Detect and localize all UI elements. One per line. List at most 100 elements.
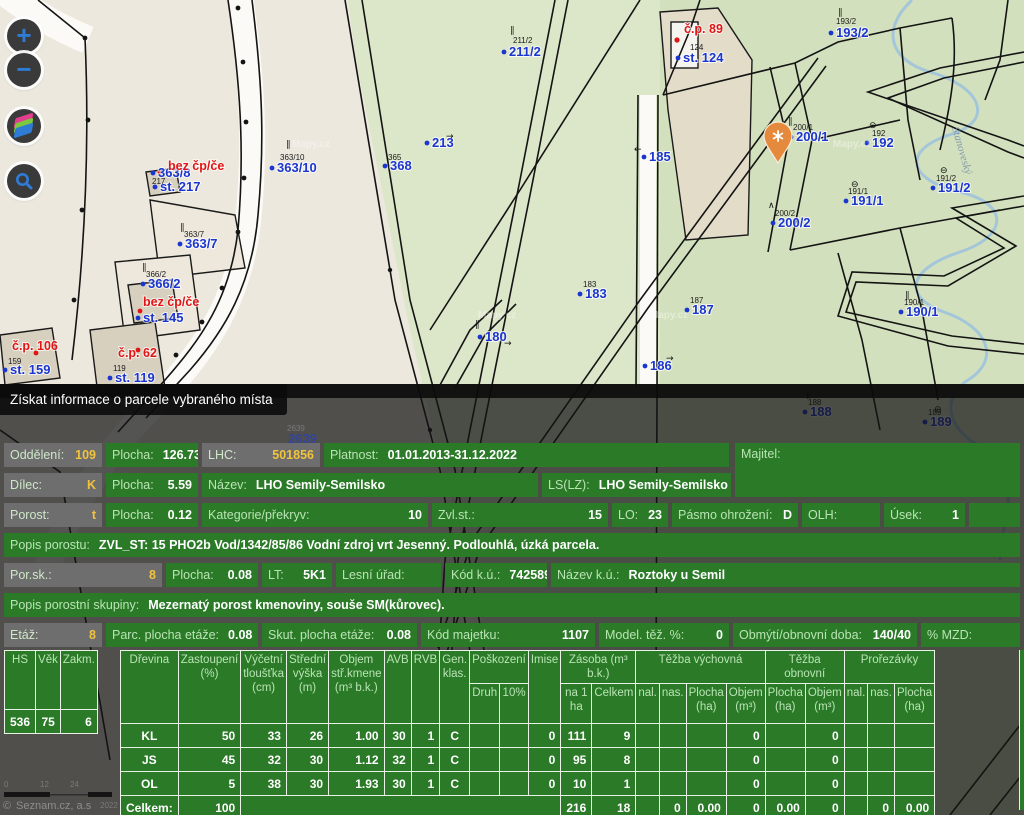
column-header: Střední výška (m) [286, 651, 328, 724]
map-symbol: ⊖ [851, 180, 859, 190]
scale-tick: 24 [70, 780, 79, 789]
map-symbol: ∥ [905, 291, 910, 301]
map-watermark: Mapy.cz [292, 139, 330, 150]
map-symbol: ⊖ [869, 121, 877, 131]
table-cell [686, 748, 726, 772]
parcel-label: st. 217 [160, 179, 200, 194]
parcel-point-dot [844, 199, 849, 204]
parcel-label-small: 217 [152, 177, 166, 186]
parcel-label-small: 124 [690, 43, 704, 52]
table-cell [868, 748, 895, 772]
table-cell [500, 748, 529, 772]
column-header: AVB [384, 651, 411, 724]
table-cell [844, 796, 868, 815]
table-cell: 33 [241, 724, 287, 748]
table-cell: 1 [592, 772, 636, 796]
table-cell: 45 [178, 748, 241, 772]
parcel-label-small: 187 [690, 296, 704, 305]
table-cell: 30 [286, 772, 328, 796]
table-cell: 18 [592, 796, 636, 815]
table-cell: 0 [528, 772, 560, 796]
table-cell: 0 [805, 748, 844, 772]
table-cell [895, 772, 935, 796]
parcel-point-dot [931, 186, 936, 191]
table-cell: 216 [561, 796, 592, 815]
table-cell: 50 [178, 724, 241, 748]
column-header: Těžba obnovní [765, 651, 844, 684]
table-cell [868, 772, 895, 796]
table-cell [470, 724, 500, 748]
parcel-point-dot [642, 155, 647, 160]
map-symbol: ∥ [142, 263, 147, 273]
table-cell [868, 724, 895, 748]
map-attribution: Seznam.cz, a.s [16, 800, 92, 812]
table-cell: 111 [561, 724, 592, 748]
table-cell [500, 724, 529, 748]
map-symbol: → [666, 354, 674, 364]
column-header: Imise [528, 651, 560, 724]
table-cell: 75 [36, 710, 61, 734]
parcel-label-small: 193/2 [836, 17, 857, 26]
map-symbol: ∥ [180, 223, 185, 233]
column-header: Prořezávky [844, 651, 934, 684]
parcel-point-dot [899, 310, 904, 315]
table-cell [765, 748, 805, 772]
table-cell [659, 724, 686, 748]
parcel-label-dim: 2639 [288, 431, 317, 446]
table-row: 536756 [5, 710, 98, 734]
table-cell [636, 748, 660, 772]
column-header: HS [5, 651, 36, 710]
table-cell: 0 [805, 724, 844, 748]
table-cell [636, 772, 660, 796]
parcel-point-dot [829, 31, 834, 36]
search-button[interactable] [7, 164, 41, 198]
table-row: JS4532301.12321C095800 [121, 748, 935, 772]
parcel-point-dot [478, 335, 483, 340]
parcel-label-small: 363/10 [280, 153, 305, 162]
parcel-label: st. 145 [143, 310, 183, 325]
map-watermark: Mapy.cz [478, 310, 516, 321]
parcel-label-small: 200/1 [793, 123, 814, 132]
column-subheader: Druh [470, 684, 500, 724]
table-cell [895, 748, 935, 772]
table-cell [470, 748, 500, 772]
table-cell: 536 [5, 710, 36, 734]
parcel-label-small: 159 [8, 357, 22, 366]
zoom-out-button[interactable]: − [7, 53, 41, 87]
minus-icon: − [16, 54, 31, 84]
map-symbol: → [446, 132, 454, 142]
map-symbol: ∥ [838, 8, 843, 18]
map-symbol: ∧ [768, 201, 775, 211]
parcel-label-small: 365 [388, 153, 402, 162]
map-symbol: ∥ [286, 140, 291, 150]
parcel-label: 193/2 [836, 25, 869, 40]
parcel-point-dot [502, 50, 507, 55]
table-overflow-sliver [1019, 650, 1024, 810]
parcel-point-dot [270, 166, 275, 171]
table-cell: 1 [411, 748, 439, 772]
parcel-label-small: 211/2 [513, 36, 533, 45]
building-label: č.p. 89 [684, 22, 723, 36]
table-cell: 26 [286, 724, 328, 748]
table-cell: 5 [178, 772, 241, 796]
table-row: OL538301.93301C010100 [121, 772, 935, 796]
table-cell: C [440, 748, 470, 772]
layers-button[interactable] [7, 109, 41, 143]
column-header: Těžba výchovná [636, 651, 765, 684]
table-cell: 1.93 [329, 772, 385, 796]
parcel-point-dot [3, 368, 8, 373]
copyright-symbol: © [3, 800, 11, 812]
search-icon [14, 171, 34, 191]
column-subheader: Plocha (ha) [765, 684, 805, 724]
table-total-row: Celkem:1002161800.0000.00000.00 [121, 796, 935, 815]
column-header: Poškození [470, 651, 529, 684]
column-header: Zastoupení (%) [178, 651, 241, 724]
total-label: Celkem: [121, 796, 179, 815]
table-cell: 0 [805, 772, 844, 796]
zoom-in-button[interactable]: + [7, 19, 41, 53]
layers-icon [13, 116, 35, 136]
table-cell: C [440, 724, 470, 748]
table-cell: 0 [528, 748, 560, 772]
column-subheader: nas. [868, 684, 895, 724]
table-cell [844, 748, 868, 772]
